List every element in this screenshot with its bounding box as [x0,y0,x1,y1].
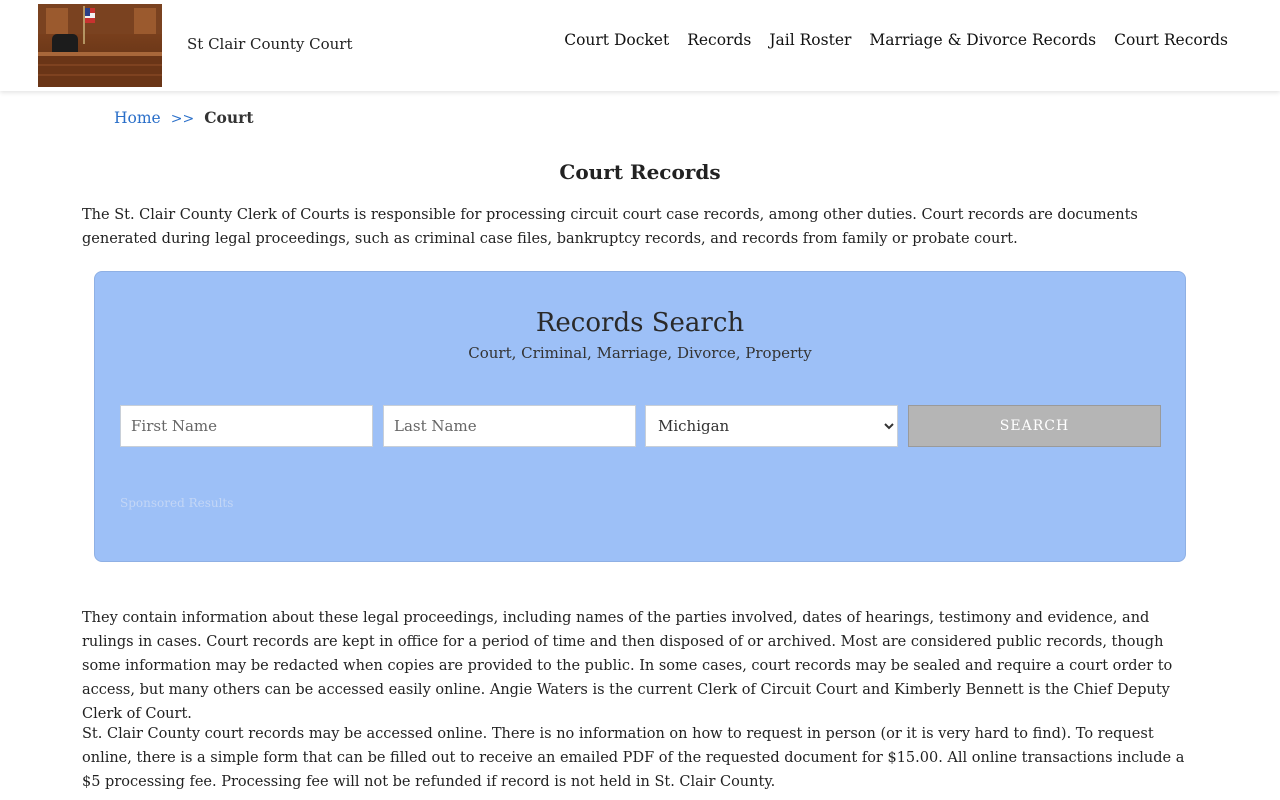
nav-records[interactable]: Records [687,31,751,49]
courtroom-logo-image [38,4,162,87]
site-title[interactable]: St Clair County Court [187,35,353,53]
page-title: Court Records [559,160,721,184]
nav-marriage-divorce-records[interactable]: Marriage & Divorce Records [869,31,1096,49]
last-name-input[interactable] [383,405,636,447]
state-select[interactable]: Michigan [645,405,898,447]
site-header: St Clair County Court Court Docket Recor… [0,0,1280,91]
nav-court-docket[interactable]: Court Docket [564,31,669,49]
nav-jail-roster[interactable]: Jail Roster [769,31,851,49]
breadcrumb-home-link[interactable]: Home [114,109,161,127]
breadcrumb-separator: >> [170,111,195,127]
search-title: Records Search [535,308,745,338]
courtroom-logo[interactable] [38,4,162,87]
intro-paragraph: The St. Clair County Clerk of Courts is … [82,207,1138,247]
records-search-panel: Records Search Court, Criminal, Marriage… [94,271,1186,562]
breadcrumb-current: Court [204,108,254,127]
breadcrumb: Home >> Court [114,108,253,127]
sponsored-results-label: Sponsored Results [120,496,234,510]
search-button[interactable]: SEARCH [908,405,1161,447]
nav-court-records[interactable]: Court Records [1114,31,1228,49]
first-name-input[interactable] [120,405,373,447]
main-nav: Court Docket Records Jail Roster Marriag… [564,31,1228,49]
body-paragraph: St. Clair County court records may be ac… [82,726,1185,790]
body-paragraph: They contain information about these leg… [82,610,1173,722]
search-subtitle: Court, Criminal, Marriage, Divorce, Prop… [468,344,812,362]
